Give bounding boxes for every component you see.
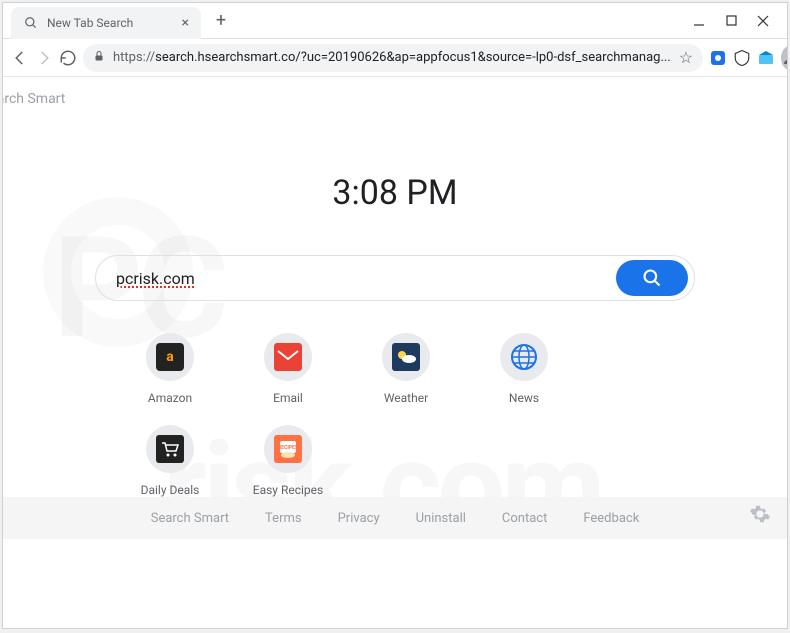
- toolbar: https://search.hsearchsmart.co/?uc=20190…: [3, 39, 787, 77]
- email-icon: [274, 343, 302, 371]
- shortcut-label: Daily Deals: [141, 483, 200, 497]
- browser-window: New Tab Search × + https://search.hsearc…: [2, 2, 788, 629]
- recipes-icon: RECIPES: [274, 435, 302, 463]
- browser-tab[interactable]: New Tab Search ×: [11, 7, 201, 39]
- shortcut-label: Email: [273, 391, 303, 405]
- lock-icon: [93, 49, 105, 66]
- search-icon: [642, 268, 662, 288]
- shortcut-weather[interactable]: Weather: [361, 333, 451, 405]
- footer-link-uninstall[interactable]: Uninstall: [416, 511, 466, 526]
- extension-icon-1[interactable]: [709, 48, 727, 68]
- shortcut-deals[interactable]: Daily Deals: [125, 425, 215, 497]
- back-button[interactable]: [11, 44, 29, 72]
- reload-button[interactable]: [59, 44, 77, 72]
- window-controls: [693, 15, 787, 27]
- search-button[interactable]: [616, 260, 688, 296]
- shortcut-email[interactable]: Email: [243, 333, 333, 405]
- amazon-icon: a: [156, 343, 184, 371]
- gear-icon[interactable]: [749, 503, 771, 529]
- footer-link-contact[interactable]: Contact: [502, 511, 547, 526]
- shortcut-label: Amazon: [148, 391, 192, 405]
- footer-link-terms[interactable]: Terms: [265, 511, 302, 526]
- footer-link-feedback[interactable]: Feedback: [583, 511, 639, 526]
- weather-icon: [392, 343, 420, 371]
- shortcut-label: Weather: [384, 391, 428, 405]
- extension-icon-2[interactable]: [733, 48, 751, 68]
- minimize-button[interactable]: [693, 15, 705, 27]
- shortcuts-grid: a Amazon Email Weather News Daily Deals …: [115, 333, 675, 497]
- shortcut-recipes[interactable]: RECIPES Easy Recipes: [243, 425, 333, 497]
- bookmark-icon[interactable]: ☆: [679, 48, 693, 67]
- url-text: https://search.hsearchsmart.co/?uc=20190…: [113, 50, 671, 65]
- shortcut-label: Easy Recipes: [253, 483, 323, 497]
- cart-icon: [156, 435, 184, 463]
- shortcut-news[interactable]: News: [479, 333, 569, 405]
- svg-text:a: a: [166, 349, 174, 365]
- clock: 3:08 PM: [3, 173, 787, 213]
- shortcut-label: News: [509, 391, 539, 405]
- brand-label: Search Smart: [2, 91, 765, 107]
- maximize-button[interactable]: [725, 15, 737, 27]
- svg-text:RECIPES: RECIPES: [278, 445, 298, 451]
- close-window-button[interactable]: [757, 15, 769, 27]
- footer-link-brand[interactable]: Search Smart: [151, 511, 229, 526]
- tab-title: New Tab Search: [47, 16, 174, 30]
- titlebar: New Tab Search × +: [3, 3, 787, 39]
- footer-link-privacy[interactable]: Privacy: [338, 511, 380, 526]
- search-icon: [23, 15, 39, 31]
- extension-icon-3[interactable]: [757, 48, 775, 68]
- footer: Search Smart Terms Privacy Uninstall Con…: [3, 497, 787, 539]
- search-bar: [95, 255, 695, 301]
- page-content: PC risk.com Search Smart 3:08 PM a Amazo…: [3, 77, 787, 628]
- profile-button[interactable]: [781, 46, 788, 70]
- globe-icon: [509, 342, 539, 372]
- search-input[interactable]: [116, 269, 616, 288]
- new-tab-button[interactable]: +: [207, 7, 235, 35]
- forward-button[interactable]: [35, 44, 53, 72]
- shortcut-amazon[interactable]: a Amazon: [125, 333, 215, 405]
- close-icon[interactable]: ×: [182, 15, 189, 31]
- address-bar[interactable]: https://search.hsearchsmart.co/?uc=20190…: [83, 44, 703, 72]
